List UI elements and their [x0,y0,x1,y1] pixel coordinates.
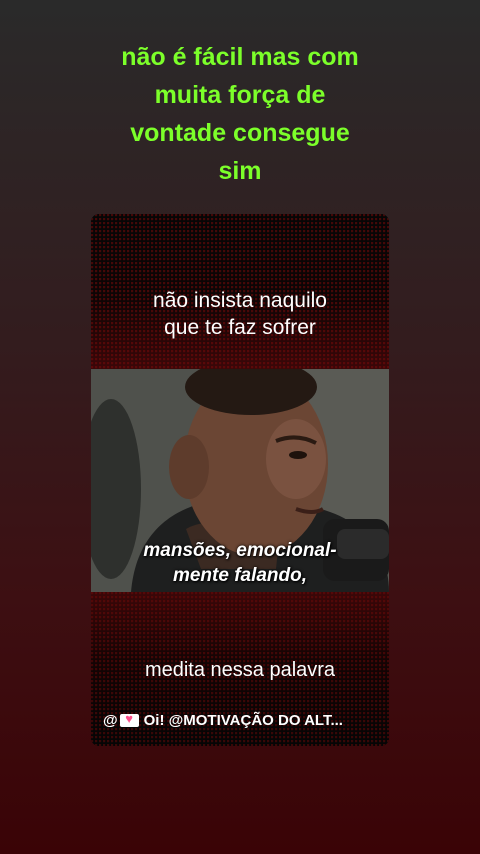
top-quote-line: não insista naquilo [153,289,327,312]
subtitle-text: mansões, emocional- mente falando, [91,538,389,588]
caption-line: não é fácil mas com [121,43,359,71]
at-sign: @ [103,712,118,729]
attribution-text: Oi! @MOTIVAÇÃO DO ALT... [143,712,343,729]
top-quote-line: que te faz sofrer [164,316,316,339]
caption-line: vontade consegue [130,119,350,147]
top-quote: não insista naquilo que te faz sofrer [91,287,389,341]
attribution-line[interactable]: @ Oi! @MOTIVAÇÃO DO ALT... [103,711,383,729]
video-card[interactable]: não insista naquilo que te faz sofrer ma… [91,214,389,746]
caption-line: muita força de [154,81,326,109]
caption-text: não é fácil mas com muita força de vonta… [40,38,440,190]
bottom-quote: medita nessa palavra [144,659,336,681]
subtitle-line: mente falando, [172,565,308,586]
subtitle-line: mansões, emocional- [143,540,337,561]
love-letter-icon [119,711,139,727]
caption-line: sim [218,157,262,185]
